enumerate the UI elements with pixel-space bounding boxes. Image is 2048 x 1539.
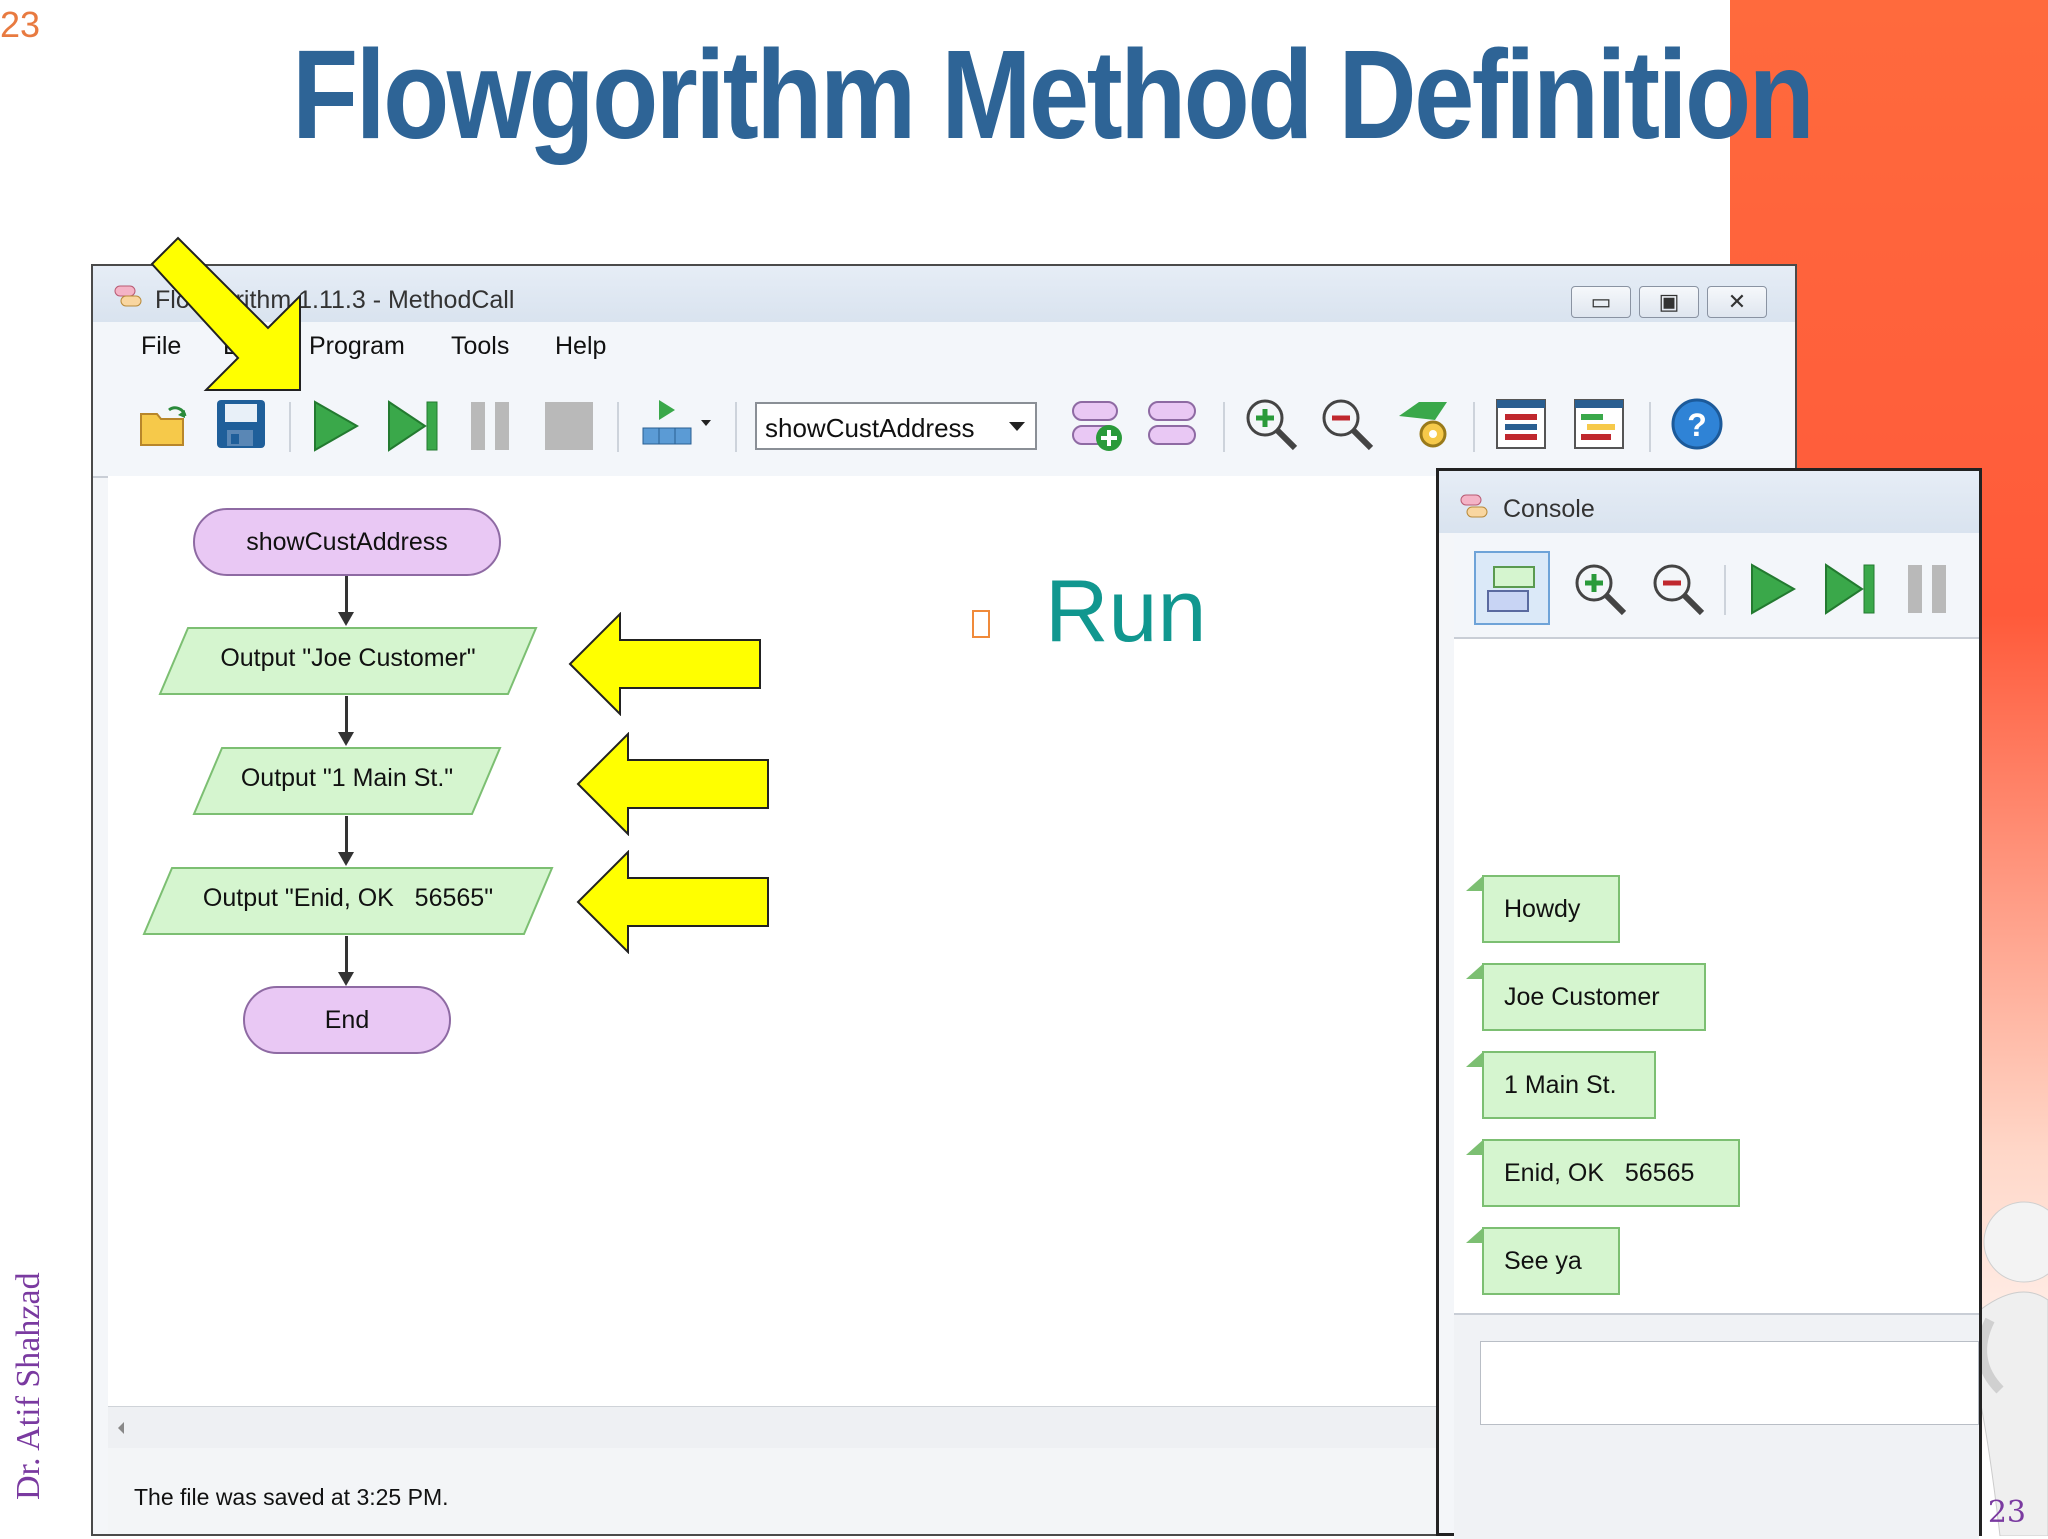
start-terminal[interactable]: showCustAddress <box>193 508 501 576</box>
flowgorithm-app-icon <box>114 285 142 307</box>
flow-arrowhead <box>338 852 354 866</box>
console-message: Howdy <box>1466 875 1620 943</box>
chat-view-toggle[interactable] <box>1474 551 1550 625</box>
bullet-text: Run <box>1045 561 1207 660</box>
slide-number: 23 <box>0 4 41 45</box>
console-titlebar: Console <box>1439 471 1979 533</box>
flow-connector <box>345 696 348 736</box>
chat-bubble-icon <box>1487 566 1535 612</box>
variable-watch-icon[interactable] <box>1493 396 1549 452</box>
step-icon[interactable] <box>385 398 441 454</box>
console-message: Enid, OK 56565 <box>1466 1139 1740 1207</box>
function-list-icon[interactable] <box>1145 396 1201 452</box>
step-icon[interactable] <box>1822 561 1878 617</box>
zoom-out-icon[interactable] <box>1650 561 1706 617</box>
window-titlebar: Flowgorithm 1.11.3 - MethodCall ▭ ▣ ✕ <box>93 266 1795 322</box>
flowchart-canvas[interactable] <box>108 476 1528 1406</box>
main-toolbar: showCustAddress ? <box>93 366 1795 478</box>
toolbar-separator <box>1649 402 1651 452</box>
help-icon[interactable]: ? <box>1669 396 1725 452</box>
flow-arrowhead <box>338 732 354 746</box>
console-toolbar <box>1454 533 1979 639</box>
maximize-button[interactable]: ▣ <box>1639 286 1699 318</box>
flow-arrowhead <box>338 972 354 986</box>
scroll-left-icon[interactable] <box>116 1421 126 1435</box>
console-app-icon <box>1460 494 1488 518</box>
console-output: Howdy Joe Customer 1 Main St. Enid, OK 5… <box>1454 639 1979 1313</box>
toolbar-separator <box>735 402 737 452</box>
toolbar-separator <box>617 402 619 452</box>
function-select[interactable]: showCustAddress <box>755 402 1037 450</box>
author-label: Dr. Atif Shahzad <box>10 1272 47 1500</box>
close-button[interactable]: ✕ <box>1707 286 1767 318</box>
output-label: Output "Enid, OK 56565" <box>202 884 494 912</box>
console-title: Console <box>1503 495 1595 523</box>
flow-connector <box>345 576 348 616</box>
zoom-in-icon[interactable] <box>1243 396 1299 452</box>
function-select-value: showCustAddress <box>765 413 975 443</box>
bubble-tail <box>1466 963 1484 979</box>
console-input[interactable] <box>1480 1341 1979 1425</box>
console-message: 1 Main St. <box>1466 1051 1656 1119</box>
horizontal-scrollbar[interactable] <box>108 1406 1528 1449</box>
output-label: Output "1 Main St." <box>240 764 454 792</box>
flow-connector <box>345 816 348 856</box>
output-block[interactable]: Output "1 Main St." <box>192 746 502 816</box>
console-window: Console Howdy Joe Customer 1 Main St. En… <box>1436 468 1982 1539</box>
menu-tools[interactable]: Tools <box>451 332 509 361</box>
status-bar: The file was saved at 3:25 PM. <box>108 1448 1528 1534</box>
output-label: Output "Joe Customer" <box>220 644 476 672</box>
bubble-tail <box>1466 875 1484 891</box>
stop-icon[interactable] <box>541 398 597 454</box>
add-function-icon[interactable] <box>1069 396 1125 452</box>
open-folder-icon[interactable] <box>137 396 193 452</box>
flow-connector <box>345 936 348 976</box>
yellow-arrow-left <box>576 732 769 836</box>
pause-icon[interactable] <box>463 398 519 454</box>
toolbar-separator <box>1724 565 1726 615</box>
yellow-arrow-pointing-save <box>150 236 301 391</box>
bubble-tail <box>1466 1227 1484 1243</box>
pause-icon[interactable] <box>1900 561 1956 617</box>
console-input-area <box>1454 1313 1979 1539</box>
flow-arrowhead <box>338 612 354 626</box>
settings-icon[interactable] <box>1395 396 1451 452</box>
end-label: End <box>324 1006 370 1034</box>
output-block[interactable]: Output "Joe Customer" <box>158 626 538 696</box>
run-icon[interactable] <box>307 398 363 454</box>
bubble-tail <box>1466 1139 1484 1155</box>
output-block[interactable]: Output "Enid, OK 56565" <box>142 866 554 936</box>
bubble-tail <box>1466 1051 1484 1067</box>
minimize-button[interactable]: ▭ <box>1571 286 1631 318</box>
zoom-out-icon[interactable] <box>1319 396 1375 452</box>
menu-help[interactable]: Help <box>555 332 606 361</box>
save-icon[interactable] <box>213 396 269 452</box>
status-message: The file was saved at 3:25 PM. <box>134 1484 449 1510</box>
yellow-arrow-left <box>568 612 761 716</box>
chevron-down-icon <box>1009 422 1025 431</box>
console-message: Joe Customer <box>1466 963 1706 1031</box>
start-label: showCustAddress <box>246 528 448 556</box>
zoom-in-icon[interactable] <box>1572 561 1628 617</box>
slide-number-footer: 23 <box>1987 1495 2026 1530</box>
slide-title: Flowgorithm Method Definition <box>292 24 1815 165</box>
menu-bar: File Edit Program Tools Help <box>93 322 1795 366</box>
end-terminal[interactable]: End <box>243 986 451 1054</box>
svg-text:?: ? <box>1687 407 1707 443</box>
toolbar-separator <box>1223 402 1225 452</box>
toolbar-separator <box>1473 402 1475 452</box>
console-message: See ya <box>1466 1227 1620 1295</box>
chevron-down-icon[interactable] <box>699 418 713 428</box>
toolbar-separator <box>289 402 291 452</box>
code-view-icon[interactable] <box>1571 396 1627 452</box>
run-icon[interactable] <box>1744 561 1800 617</box>
bullet-marker <box>972 610 990 638</box>
layout-dropdown-icon[interactable] <box>639 396 695 452</box>
menu-program[interactable]: Program <box>309 332 405 361</box>
yellow-arrow-left <box>576 850 769 954</box>
